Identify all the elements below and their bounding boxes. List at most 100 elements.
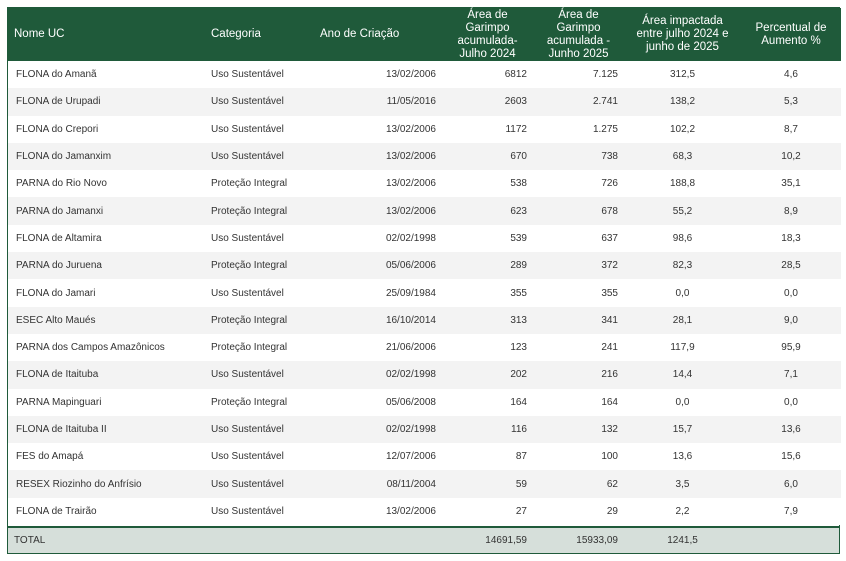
cell-area-2025: 164 bbox=[533, 388, 624, 416]
cell-ano-criacao: 16/10/2014 bbox=[314, 306, 442, 334]
cell-percentual: 7,9 bbox=[741, 497, 841, 526]
cell-categoria: Uso Sustentável bbox=[205, 224, 314, 253]
cell-area-2025: 7.125 bbox=[533, 61, 624, 89]
cell-categoria: Proteção Integral bbox=[205, 252, 314, 280]
cell-area-impactada: 15,7 bbox=[624, 415, 741, 444]
cell-area-2024: 27 bbox=[442, 497, 533, 526]
header-area-impactada[interactable]: Área impactada entre julho 2024 e junho … bbox=[624, 8, 741, 61]
cell-area-2024: 202 bbox=[442, 361, 533, 389]
table-row[interactable]: ESEC Alto Maués Proteção Integral 16/10/20… bbox=[8, 306, 841, 334]
cell-ano-criacao: 13/02/2006 bbox=[314, 497, 442, 526]
cell-nome-uc: FLONA do Jamanxim bbox=[8, 142, 205, 171]
cell-nome-uc: PARNA do Rio Novo bbox=[8, 170, 205, 198]
cell-percentual: 7,1 bbox=[741, 361, 841, 389]
header-area-2025[interactable]: Área de Garimpo acumulada - Junho 2025 bbox=[533, 8, 624, 61]
cell-area-2024: 116 bbox=[442, 415, 533, 444]
cell-area-impactada: 0,0 bbox=[624, 388, 741, 416]
total-area-2025: 15933,09 bbox=[576, 534, 618, 546]
cell-nome-uc: ESEC Alto Maués bbox=[8, 306, 205, 334]
cell-percentual: 5,3 bbox=[741, 88, 841, 116]
total-percentual-empty bbox=[741, 528, 841, 552]
cell-percentual: 13,6 bbox=[741, 415, 841, 444]
table-row[interactable]: FLONA de Itaituba II Uso Sustentável 02/02… bbox=[8, 415, 841, 444]
cell-area-2024: 313 bbox=[442, 306, 533, 334]
table-row[interactable]: FLONA do Amanã Uso Sustentável 13/02/2006 6… bbox=[8, 61, 841, 89]
table-row[interactable]: PARNA do Juruena Proteção Integral 05/06/2… bbox=[8, 252, 841, 280]
cell-percentual: 18,3 bbox=[741, 224, 841, 253]
cell-area-2025: 637 bbox=[533, 224, 624, 253]
table-row[interactable]: FLONA de Trairão Uso Sustentável 13/02/200… bbox=[8, 497, 841, 526]
header-nome-uc[interactable]: Nome UC bbox=[8, 8, 205, 61]
table-row[interactable]: RESEX Riozinho do Anfrísio Uso Sustentáve… bbox=[8, 470, 841, 498]
cell-percentual: 8,9 bbox=[741, 197, 841, 225]
data-table-container: Nome UC Categoria Ano de Criação Área de… bbox=[7, 7, 841, 554]
table-row[interactable]: PARNA dos Campos Amazônicos Proteção Inte… bbox=[8, 333, 841, 362]
header-ano-criacao[interactable]: Ano de Criação bbox=[314, 8, 442, 61]
total-row: TOTAL 14691,59 15933,09 1241,5 bbox=[8, 526, 839, 553]
cell-area-impactada: 3,5 bbox=[624, 470, 741, 498]
table-row[interactable]: PARNA do Jamanxi Proteção Integral 13/02/2… bbox=[8, 197, 841, 225]
header-row: Nome UC Categoria Ano de Criação Área de… bbox=[8, 8, 841, 61]
cell-nome-uc: FLONA do Jamari bbox=[8, 279, 205, 307]
cell-nome-uc: FLONA de Altamira bbox=[8, 224, 205, 253]
cell-nome-uc: FLONA do Crepori bbox=[8, 115, 205, 143]
table-row[interactable]: FLONA do Jamari Uso Sustentável 25/09/1984… bbox=[8, 279, 841, 307]
cell-categoria: Proteção Integral bbox=[205, 197, 314, 225]
cell-area-2024: 289 bbox=[442, 252, 533, 280]
cell-nome-uc: FLONA de Urupadi bbox=[8, 88, 205, 116]
table-row[interactable]: PARNA do Rio Novo Proteção Integral 13/02/… bbox=[8, 170, 841, 198]
table-row[interactable]: FLONA de Altamira Uso Sustentável 02/02/19… bbox=[8, 224, 841, 253]
data-table: Nome UC Categoria Ano de Criação Área de… bbox=[8, 8, 841, 526]
cell-area-2025: 132 bbox=[533, 415, 624, 444]
cell-area-impactada: 98,6 bbox=[624, 224, 741, 253]
cell-categoria: Uso Sustentável bbox=[205, 115, 314, 143]
header-categoria[interactable]: Categoria bbox=[205, 8, 314, 61]
header-area-2024[interactable]: Área de Garimpo acumulada-Julho 2024 bbox=[442, 8, 533, 61]
table-row[interactable]: FES do Amapá Uso Sustentável 12/07/2006 87 1… bbox=[8, 443, 841, 471]
cell-area-2025: 372 bbox=[533, 252, 624, 280]
cell-area-2025: 241 bbox=[533, 333, 624, 362]
cell-area-impactada: 0,0 bbox=[624, 279, 741, 307]
cell-nome-uc: PARNA dos Campos Amazônicos bbox=[8, 333, 205, 362]
cell-nome-uc: FLONA de Trairão bbox=[8, 497, 205, 526]
table-row[interactable]: FLONA de Urupadi Uso Sustentável 11/05/201… bbox=[8, 88, 841, 116]
cell-area-impactada: 188,8 bbox=[624, 170, 741, 198]
cell-area-impactada: 55,2 bbox=[624, 197, 741, 225]
table-row[interactable]: FLONA do Jamanxim Uso Sustentável 13/02/20… bbox=[8, 142, 841, 171]
cell-ano-criacao: 12/07/2006 bbox=[314, 443, 442, 471]
cell-ano-criacao: 05/06/2006 bbox=[314, 252, 442, 280]
cell-area-2024: 539 bbox=[442, 224, 533, 253]
cell-ano-criacao: 08/11/2004 bbox=[314, 470, 442, 498]
cell-area-impactada: 2,2 bbox=[624, 497, 741, 526]
cell-percentual: 15,6 bbox=[741, 443, 841, 471]
cell-nome-uc: PARNA Mapinguari bbox=[8, 388, 205, 416]
cell-area-impactada: 13,6 bbox=[624, 443, 741, 471]
cell-area-2024: 123 bbox=[442, 333, 533, 362]
cell-area-impactada: 68,3 bbox=[624, 142, 741, 171]
cell-area-2025: 62 bbox=[533, 470, 624, 498]
cell-categoria: Uso Sustentável bbox=[205, 497, 314, 526]
cell-percentual: 0,0 bbox=[741, 388, 841, 416]
table-row[interactable]: FLONA de Itaituba Uso Sustentável 02/02/19… bbox=[8, 361, 841, 389]
cell-categoria: Proteção Integral bbox=[205, 388, 314, 416]
table-row[interactable]: PARNA Mapinguari Proteção Integral 05/06/2… bbox=[8, 388, 841, 416]
cell-nome-uc: FLONA de Itaituba II bbox=[8, 415, 205, 444]
total-label: TOTAL bbox=[14, 534, 46, 546]
cell-area-2025: 726 bbox=[533, 170, 624, 198]
header-percentual[interactable]: Percentual de Aumento % bbox=[741, 8, 841, 61]
cell-area-impactada: 82,3 bbox=[624, 252, 741, 280]
cell-area-2025: 738 bbox=[533, 142, 624, 171]
cell-categoria: Uso Sustentável bbox=[205, 470, 314, 498]
cell-categoria: Proteção Integral bbox=[205, 170, 314, 198]
cell-categoria: Proteção Integral bbox=[205, 306, 314, 334]
cell-area-impactada: 117,9 bbox=[624, 333, 741, 362]
cell-ano-criacao: 02/02/1998 bbox=[314, 361, 442, 389]
cell-categoria: Uso Sustentável bbox=[205, 279, 314, 307]
cell-area-2025: 29 bbox=[533, 497, 624, 526]
cell-area-2025: 100 bbox=[533, 443, 624, 471]
table-body: FLONA do Amanã Uso Sustentável 13/02/2006 6… bbox=[8, 61, 841, 526]
table-row[interactable]: FLONA do Crepori Uso Sustentável 13/02/200… bbox=[8, 115, 841, 143]
cell-ano-criacao: 13/02/2006 bbox=[314, 61, 442, 89]
cell-nome-uc: FLONA do Amanã bbox=[8, 61, 205, 89]
total-categoria-empty bbox=[205, 528, 314, 552]
